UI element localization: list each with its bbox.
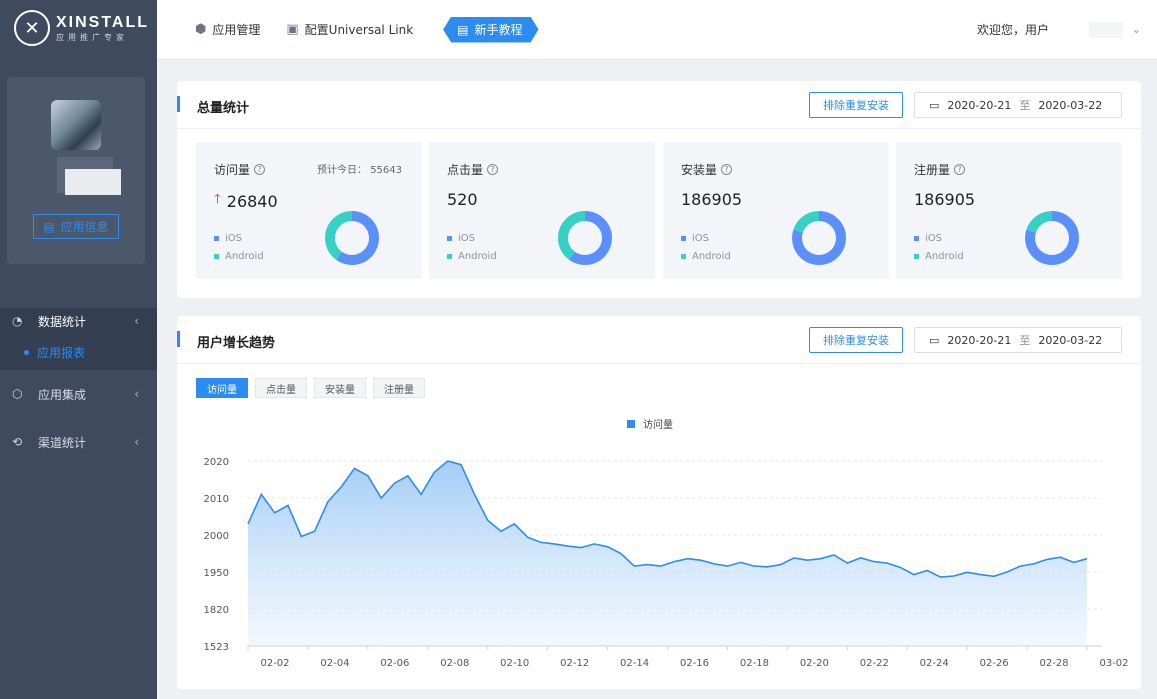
date-range-picker[interactable]: ▭ 2020-20-21 至 2020-03-22 [914,92,1122,118]
chevron-left-icon: ‹ [134,435,139,449]
help-icon[interactable]: ? [954,164,966,175]
stat-card-registrations: 注册量? 186905 iOS Android [896,142,1122,279]
date-start: 2020-20-21 [947,333,1012,347]
calendar-icon: ▭ [929,98,940,112]
sidebar-menu: ◔ 数据统计 ‹ 应用报表 ⬡ 应用集成 ‹ ⟲ 渠道统计 ‹ [0,308,157,466]
welcome-text: 欢迎您，用户 [976,23,1049,37]
tutorial-button[interactable]: ▤ 新手教程 [443,17,538,43]
chevron-left-icon: ‹ [134,314,139,328]
x-tick-label: 03-02 [1099,658,1128,669]
share-nodes-icon: ⟲ [12,435,23,449]
app-profile-card: ▤ 应用信息 [7,77,145,264]
brand-subtitle: 应用推广专家 [56,32,128,42]
x-tick-label: 02-26 [980,658,1009,669]
tab-clicks[interactable]: 点击量 [255,378,307,398]
tab-installs[interactable]: 安装量 [314,378,366,398]
sidebar: ✕ XINSTALL 应用推广专家 ▤ 应用信息 ◔ 数据统计 ‹ 应用报表 ⬡… [0,0,157,699]
y-tick-label: 2010 [204,494,229,505]
sidebar-item-data-stats[interactable]: ◔ 数据统计 ‹ [0,308,157,334]
stat-card-clicks: 点击量? 520 iOS Android [429,142,655,279]
x-tick-label: 02-06 [380,658,409,669]
help-icon[interactable]: ? [487,164,499,175]
document-icon: ▤ [43,219,55,234]
x-tick-label: 02-12 [560,658,589,669]
area-fill [248,461,1087,646]
x-tick-label: 02-18 [740,658,769,669]
brand-name: XINSTALL [56,13,150,31]
donut-chart-registrations [1025,211,1079,265]
title-accent-bar [177,96,180,112]
chevron-down-icon[interactable]: ⌄ [1132,23,1141,36]
donut-chart-visits [325,211,379,265]
date-separator: 至 [1019,334,1031,347]
stat-card-installs: 安装量? 186905 iOS Android [663,142,889,279]
help-icon[interactable]: ? [721,164,733,175]
donut-chart-installs [792,211,846,265]
metric-tabs: 访问量 点击量 安装量 注册量 [196,378,425,398]
x-tick-label: 02-04 [320,658,349,669]
logo-mark-icon: ✕ [14,10,50,46]
x-tick-label: 02-14 [620,658,649,669]
trend-area-chart: 2020 2010 2000 1950 1820 1523 02-02 02-04 02-06 0… [204,457,1129,669]
sidebar-subitem-app-report[interactable]: 应用报表 [0,334,157,370]
y-tick-label: 2020 [204,457,229,468]
chart-legend[interactable]: 访问量 [627,416,673,431]
x-tick-label: 02-24 [920,658,949,669]
book-icon: ▤ [457,22,469,37]
date-end: 2020-03-22 [1038,98,1103,112]
cube-icon: ⬡ [12,387,23,401]
y-tick-label: 2000 [204,531,229,542]
sidebar-item-channel-stats[interactable]: ⟲ 渠道统计 ‹ [0,418,157,466]
legend-swatch [627,419,635,428]
top-bar: ⬢ 应用管理 ▣ 配置Universal Link ▤ 新手教程 欢迎您，用户 … [157,0,1157,60]
app-info-button[interactable]: ▤ 应用信息 [33,214,119,239]
exclude-duplicate-button[interactable]: 排除重复安装 [809,92,903,118]
calendar-icon: ▭ [929,333,940,347]
x-tick-label: 02-22 [860,658,889,669]
date-start: 2020-20-21 [947,98,1012,112]
app-avatar [51,100,101,150]
date-end: 2020-03-22 [1038,333,1103,347]
exclude-duplicate-button[interactable]: 排除重复安装 [809,327,903,353]
briefcase-icon: ▣ [286,22,299,37]
summary-title: 总量统计 [197,101,250,116]
x-tick-label: 02-20 [800,658,829,669]
help-icon[interactable]: ? [254,164,266,175]
trend-title: 用户增长趋势 [197,336,276,351]
logo[interactable]: ✕ XINSTALL 应用推广专家 [0,0,157,56]
y-tick-label: 1820 [204,605,229,616]
tab-registrations[interactable]: 注册量 [373,378,425,398]
sidebar-item-app-integration[interactable]: ⬡ 应用集成 ‹ [0,370,157,418]
x-tick-label: 02-28 [1040,658,1069,669]
y-tick-label: 1523 [204,642,229,653]
x-tick-label: 02-10 [500,658,529,669]
forecast-today: 预计今日： 55643 [317,165,402,176]
chevron-left-icon: ‹ [134,387,139,401]
x-tick-label: 02-16 [680,658,709,669]
title-accent-bar [177,331,180,347]
bullet-dot [24,349,29,355]
pie-chart-icon: ◔ [12,314,23,328]
stat-card-visits: 访问量? 预计今日： 55643 🡑 26840 iOS Android [196,142,422,279]
date-range-picker[interactable]: ▭ 2020-20-21 至 2020-03-22 [914,327,1122,353]
y-tick-label: 1950 [204,568,229,579]
cube-icon: ⬢ [195,22,207,37]
x-tick-label: 02-08 [440,658,469,669]
arrow-up-icon: 🡑 [214,192,221,207]
topbar-app-management[interactable]: ⬢ 应用管理 [195,21,260,38]
x-tick-label: 02-02 [260,658,289,669]
app-name-redacted-2 [65,169,121,195]
topbar-universal-link[interactable]: ▣ 配置Universal Link [286,21,413,38]
tab-visits[interactable]: 访问量 [196,378,248,398]
summary-card: 总量统计 排除重复安装 ▭ 2020-20-21 至 2020-03-22 访问… [177,81,1141,298]
donut-chart-clicks [558,211,612,265]
username-redacted[interactable] [1089,21,1123,38]
trend-card: 用户增长趋势 排除重复安装 ▭ 2020-20-21 至 2020-03-22 … [177,316,1141,689]
date-separator: 至 [1019,99,1031,112]
